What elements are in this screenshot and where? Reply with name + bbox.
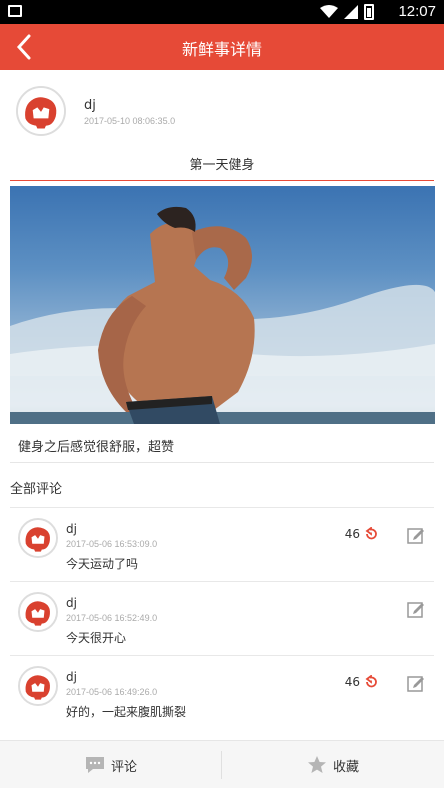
favorite-label: 收藏: [332, 759, 359, 775]
avatar[interactable]: [18, 592, 58, 632]
avatar[interactable]: [18, 518, 58, 558]
star-icon: [307, 756, 326, 773]
status-time: 12:07: [398, 3, 436, 20]
comment-icon: [85, 757, 104, 773]
avatar[interactable]: [18, 666, 58, 706]
comment-time: 2017-05-06 16:53:09.0: [66, 539, 158, 549]
status-icons: [320, 4, 374, 20]
comment-item: dj 2017-05-06 16:49:26.0 好的，一起来腹肌撕裂 46: [10, 655, 434, 729]
comment-text: 今天运动了吗: [66, 557, 139, 571]
favorite-button[interactable]: 收藏: [222, 741, 444, 789]
like-button[interactable]: 46: [345, 675, 378, 689]
avatar[interactable]: [16, 86, 66, 136]
comment-author: dj: [66, 522, 77, 536]
comment-item: dj 2017-05-06 16:52:49.0 今天很开心: [10, 581, 434, 655]
edit-icon[interactable]: [406, 599, 426, 619]
edit-icon[interactable]: [406, 525, 426, 545]
avatar-image: [18, 88, 64, 134]
comment-item: dj 2017-05-06 16:53:09.0 今天运动了吗 46: [10, 507, 434, 581]
avatar-image: [20, 594, 56, 630]
post-title: 第一天健身: [189, 158, 255, 173]
comment-button[interactable]: 评论: [0, 741, 222, 789]
battery-icon: [364, 4, 374, 20]
avatar-image: [20, 668, 56, 704]
like-count: 46: [344, 527, 360, 541]
wifi-icon: [320, 5, 338, 18]
page-title: 新鲜事详情: [181, 40, 262, 59]
comment-text: 好的，一起来腹肌撕裂: [66, 705, 187, 719]
title-bar: 新鲜事详情: [0, 24, 444, 70]
post-time: 2017-05-10 08:06:35.0: [84, 116, 176, 126]
comment-author: dj: [66, 596, 77, 610]
post-body: 健身之后感觉很舒服，超赞: [18, 440, 175, 455]
comments-title: 全部评论: [10, 482, 63, 497]
divider: [10, 462, 434, 463]
like-count: 46: [344, 675, 360, 689]
undo-arrow-icon: [365, 675, 377, 688]
comment-time: 2017-05-06 16:52:49.0: [66, 613, 158, 623]
comment-text: 今天很开心: [66, 631, 127, 645]
edit-icon[interactable]: [406, 673, 426, 693]
comment-author: dj: [66, 670, 77, 684]
image-icon: [8, 5, 22, 17]
undo-arrow-icon: [365, 527, 377, 540]
signal-icon: [344, 5, 358, 19]
comment-time: 2017-05-06 16:49:26.0: [66, 687, 158, 697]
bottom-action-bar: 评论 收藏: [0, 740, 444, 788]
title-divider: [10, 180, 434, 181]
post-author: dj: [84, 98, 96, 113]
like-button[interactable]: 46: [345, 527, 378, 541]
status-bar: 12:07: [0, 0, 444, 24]
post-image[interactable]: [10, 186, 435, 424]
post-header: dj 2017-05-10 08:06:35.0: [0, 70, 444, 150]
avatar-image: [20, 520, 56, 556]
comment-label: 评论: [110, 759, 137, 775]
man-flexing-photo: [10, 206, 435, 424]
